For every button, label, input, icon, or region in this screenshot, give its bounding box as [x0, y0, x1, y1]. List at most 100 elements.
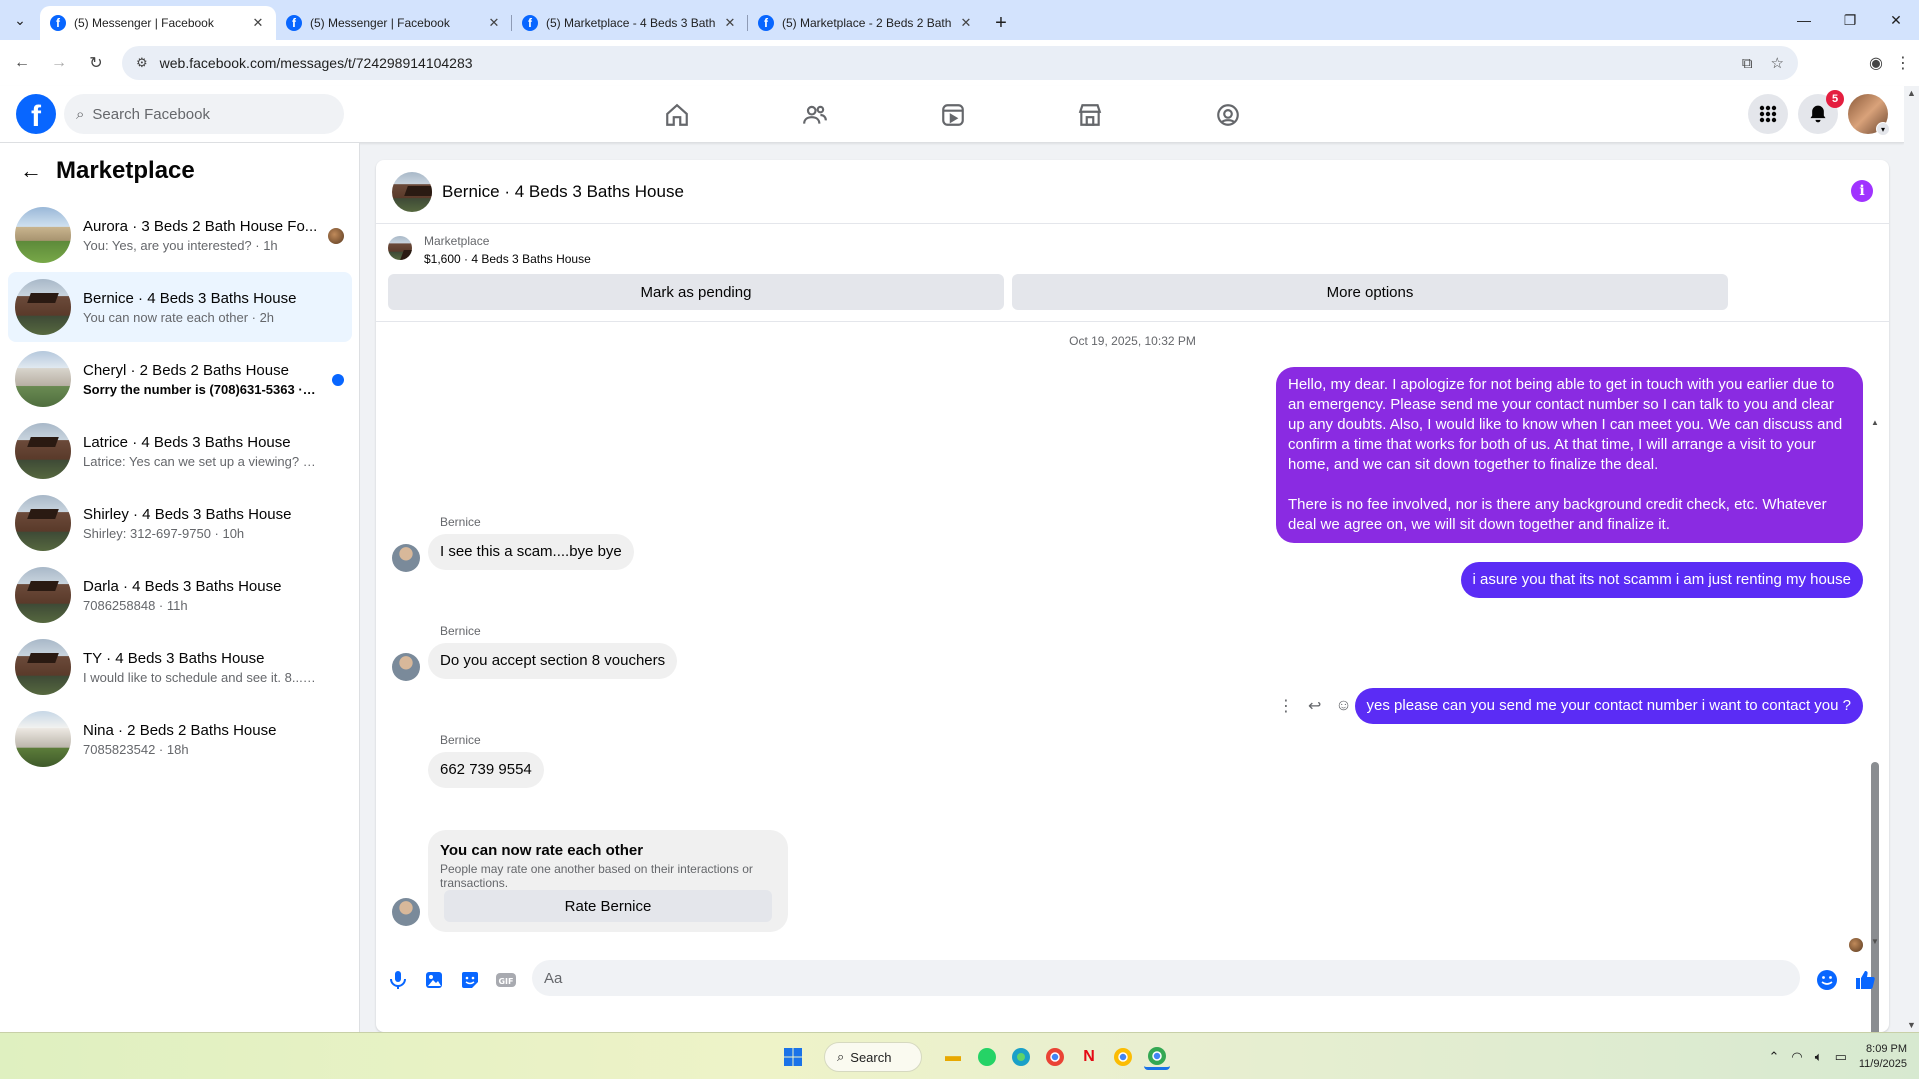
minimize-icon[interactable]: — [1781, 0, 1827, 40]
notifications-button[interactable]: 5 [1798, 90, 1844, 134]
browser-menu-icon[interactable]: ⋮ [1895, 53, 1911, 73]
scroll-down-icon[interactable]: ▼ [1871, 937, 1879, 946]
nav-video[interactable] [898, 86, 1008, 143]
more-options-button[interactable]: More options [1012, 274, 1728, 310]
conversation-text: Latrice · 4 Beds 3 Baths House Latrice: Y… [83, 434, 352, 469]
address-bar[interactable]: ⚙ web.facebook.com/messages/t/7242989141… [122, 46, 1798, 80]
forward-arrow-icon[interactable]: → [44, 48, 74, 78]
sender-avatar[interactable] [392, 544, 420, 572]
browser-tab-3[interactable]: f (5) Marketplace - 4 Beds 3 Bath ✕ [512, 6, 748, 40]
netflix-icon[interactable]: N [1076, 1044, 1102, 1070]
listing-thumbnail[interactable] [388, 236, 412, 260]
more-dots-icon[interactable]: ⋮ [1278, 696, 1294, 716]
message-actions: ⋮ ↩ ☺ [1278, 696, 1352, 716]
facebook-search[interactable]: ⌕ [64, 94, 344, 134]
conversation-item[interactable]: Bernice · 4 Beds 3 Baths House You can no… [8, 272, 352, 342]
back-arrow-icon[interactable]: ← [20, 158, 42, 184]
thumbs-up-icon[interactable] [1853, 968, 1877, 992]
conversation-item[interactable]: Darla · 4 Beds 3 Baths House 7086258848 ·… [8, 560, 352, 630]
conversation-item[interactable]: Cheryl · 2 Beds 2 Baths House Sorry the n… [8, 344, 352, 414]
system-clock[interactable]: 8:09 PM 11/9/2025 [1859, 1042, 1907, 1072]
tray-chevron-up-icon[interactable]: ⌃ [1769, 1049, 1780, 1065]
system-tray: ⌃ ◠ 🔈︎ ▭ 8:09 PM 11/9/2025 [1769, 1039, 1907, 1075]
rate-user-button[interactable]: Rate Bernice [444, 890, 772, 922]
tab-close-icon[interactable]: ✕ [958, 15, 974, 31]
incoming-message[interactable]: Do you accept section 8 vouchers [428, 643, 678, 679]
chat-title[interactable]: Bernice · 4 Beds 3 Baths House [442, 182, 684, 202]
wifi-icon[interactable]: ◠ [1791, 1049, 1802, 1065]
windows-start-icon[interactable] [780, 1044, 806, 1070]
battery-icon[interactable]: ▭ [1835, 1049, 1847, 1065]
nav-gaming[interactable] [1173, 86, 1283, 143]
menu-grid-button[interactable] [1748, 94, 1788, 134]
tab-close-icon[interactable]: ✕ [486, 15, 502, 31]
new-tab-button[interactable]: + [984, 6, 1018, 40]
sticker-icon[interactable] [458, 968, 482, 992]
chrome-profile-icon[interactable] [1110, 1044, 1136, 1070]
file-explorer-icon[interactable]: ▬ [940, 1044, 966, 1070]
site-info-icon[interactable]: ⚙ [136, 55, 148, 71]
nav-friends[interactable] [760, 86, 870, 143]
outgoing-message[interactable]: i asure you that its not scamm i am just… [1460, 562, 1863, 598]
conversation-name: Aurora · 3 Beds 2 Bath House Fo... [83, 217, 318, 235]
facebook-search-input[interactable] [92, 105, 293, 123]
close-window-icon[interactable]: ✕ [1873, 0, 1919, 40]
account-avatar[interactable]: ▾ [1848, 94, 1890, 136]
chat-scrollbar[interactable]: ▲ ▼ [1871, 418, 1879, 1032]
restore-icon[interactable]: ❐ [1827, 0, 1873, 40]
back-arrow-icon[interactable]: ← [7, 48, 37, 78]
conversation-item[interactable]: Latrice · 4 Beds 3 Baths House Latrice: Y… [8, 416, 352, 486]
chrome-active-icon[interactable] [1144, 1044, 1170, 1070]
whatsapp-icon[interactable] [974, 1044, 1000, 1070]
conversation-preview: 7086258848 · 11h [83, 597, 188, 613]
browser-tab-4[interactable]: f (5) Marketplace - 2 Beds 2 Bath ✕ [748, 6, 984, 40]
facebook-logo-icon[interactable]: f [16, 94, 56, 134]
microphone-icon[interactable] [386, 968, 410, 992]
page-scroll-up-icon[interactable]: ▲ [1907, 88, 1916, 98]
sender-name: Bernice [440, 515, 481, 529]
mark-pending-button[interactable]: Mark as pending [388, 274, 1004, 310]
listing-description[interactable]: $1,600 · 4 Beds 3 Baths House [424, 252, 591, 266]
volume-icon[interactable]: 🔈︎ [1815, 1049, 1823, 1065]
profile-icon[interactable]: ◉ [1869, 53, 1883, 73]
tab-close-icon[interactable]: ✕ [722, 15, 738, 31]
tab-close-icon[interactable]: ✕ [250, 15, 266, 31]
outgoing-message[interactable]: Hello, my dear. I apologize for not bein… [1276, 367, 1863, 543]
page-scrollbar[interactable]: ▲ ▼ [1904, 86, 1919, 1032]
listing-thumbnail [15, 567, 71, 623]
gif-icon[interactable]: GIF [494, 968, 518, 992]
react-smiley-icon[interactable]: ☺ [1335, 697, 1351, 715]
conversation-preview: You can now rate each other · 2h [83, 309, 275, 325]
rate-card: You can now rate each other People may r… [428, 830, 788, 932]
sender-avatar[interactable] [392, 653, 420, 681]
browser-tab-1[interactable]: f (5) Messenger | Facebook ✕ [40, 6, 276, 40]
install-app-icon[interactable]: ⧉ [1742, 55, 1753, 72]
scroll-up-icon[interactable]: ▲ [1871, 418, 1879, 427]
chat-avatar[interactable] [392, 171, 432, 212]
emoji-icon[interactable] [1815, 968, 1839, 992]
taskbar-search[interactable]: ⌕ Search [824, 1042, 922, 1072]
conversation-item[interactable]: Shirley · 4 Beds 3 Baths House Shirley: 3… [8, 488, 352, 558]
outgoing-message[interactable]: yes please can you send me your contact … [1354, 688, 1863, 724]
incoming-message[interactable]: I see this a scam....bye bye [428, 534, 634, 570]
conversation-text: Aurora · 3 Beds 2 Bath House Fo... You: Y… [83, 218, 352, 253]
bookmark-star-icon[interactable]: ☆ [1771, 54, 1784, 72]
conversation-item[interactable]: Nina · 2 Beds 2 Baths House 7085823542 · … [8, 704, 352, 774]
conversation-item[interactable]: Aurora · 3 Beds 2 Bath House Fo... You: Y… [8, 200, 352, 270]
reload-icon[interactable]: ↻ [81, 48, 111, 78]
message-input[interactable] [532, 960, 1800, 996]
clock-time: 8:09 PM [1866, 1043, 1907, 1055]
chrome-icon[interactable] [1042, 1044, 1068, 1070]
info-icon[interactable]: i [1851, 180, 1873, 202]
nav-marketplace[interactable] [1035, 86, 1145, 143]
conversation-item[interactable]: TY · 4 Beds 3 Baths House I would like to… [8, 632, 352, 702]
sender-avatar[interactable] [392, 898, 420, 926]
incoming-message[interactable]: 662 739 9554 [428, 752, 544, 788]
reply-icon[interactable]: ↩ [1308, 696, 1321, 716]
nav-home[interactable] [622, 86, 732, 143]
browser-tab-2[interactable]: f (5) Messenger | Facebook ✕ [276, 6, 512, 40]
tab-search-chevron-icon[interactable]: ⌄ [0, 0, 40, 40]
edge-icon[interactable] [1008, 1044, 1034, 1070]
photo-icon[interactable] [422, 968, 446, 992]
page-scroll-down-icon[interactable]: ▼ [1907, 1020, 1916, 1030]
